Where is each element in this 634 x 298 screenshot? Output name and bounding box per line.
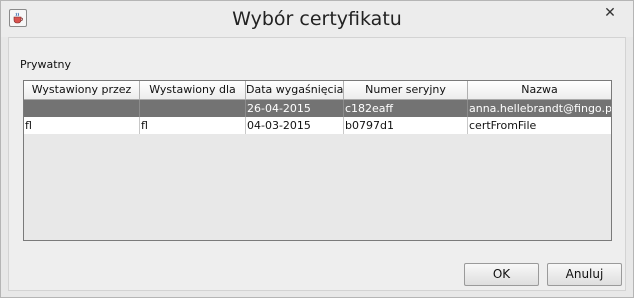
cell-issued-to [140,100,246,117]
cell-name: certFromFile [469,119,537,132]
cell-expiry: 26-04-2015 [246,100,344,117]
window-title: Wybór certyfikatu [232,8,402,30]
column-header-issued-to[interactable]: Wystawiony dla [140,81,246,99]
column-header-issued-by[interactable]: Wystawiony przez [24,81,140,99]
close-icon: ✕ [604,3,616,20]
ok-button[interactable]: OK [464,263,539,286]
column-header-expiry[interactable]: Data wygaśnięcia [246,81,344,99]
column-header-serial[interactable]: Numer seryjny [344,81,468,99]
cell-serial: c182eaff [344,100,468,117]
cell-issued-by: fl [24,117,140,134]
section-label: Prywatny [20,58,72,71]
certificate-table[interactable]: Wystawiony przez Wystawiony dla Data wyg… [23,80,612,241]
table-row[interactable]: 26-04-2015 c182eaff anna.hellebrandt@fin… [24,100,611,117]
cell-issued-by [24,100,140,117]
cell-issued-to: fl [140,117,246,134]
cancel-button[interactable]: Anuluj [547,263,622,286]
column-header-name[interactable]: Nazwa [468,81,611,99]
cell-expiry: 04-03-2015 [246,117,344,134]
title-bar[interactable]: Wybór certyfikatu ✕ [1,1,633,37]
cell-serial: b0797d1 [344,117,468,134]
table-row[interactable]: fl fl 04-03-2015 b0797d1 certFromFile [24,117,611,134]
table-header: Wystawiony przez Wystawiony dla Data wyg… [24,81,611,100]
close-button[interactable]: ✕ [588,1,632,23]
certificate-dialog: Wybór certyfikatu ✕ Prywatny Wystawiony … [0,0,634,298]
cell-name: anna.hellebrandt@fingo.pl [469,102,611,115]
